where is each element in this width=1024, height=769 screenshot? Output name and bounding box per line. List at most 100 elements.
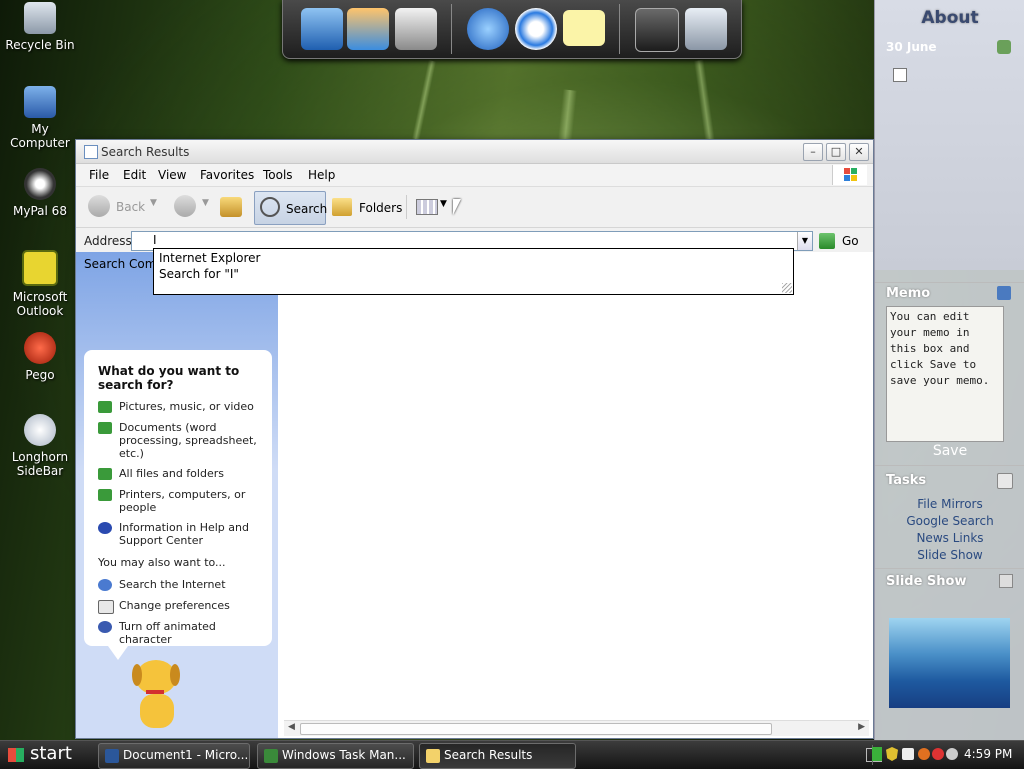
- desktop-icon-mypal[interactable]: MyPal 68: [0, 168, 80, 218]
- menu-help[interactable]: Help: [308, 168, 335, 182]
- tasks-icon[interactable]: [997, 473, 1013, 489]
- desktop-icon-label: MyPal 68: [13, 204, 67, 218]
- minimize-button[interactable]: –: [803, 143, 823, 161]
- dock-separator: [619, 4, 620, 54]
- arrow-right-icon: [98, 489, 112, 501]
- address-autocomplete-dropdown: Internet Explorer Search for "I": [153, 248, 794, 295]
- title-bar[interactable]: Search Results – □ ✕: [76, 140, 873, 164]
- desktop-icon-recycle-bin[interactable]: Recycle Bin: [0, 2, 80, 52]
- taskbar-item-search-results[interactable]: Search Results: [419, 743, 576, 769]
- menu-edit[interactable]: Edit: [123, 168, 146, 182]
- go-button[interactable]: Go: [819, 232, 867, 250]
- settings-icon[interactable]: [635, 8, 679, 52]
- option-pictures[interactable]: Pictures, music, or video: [98, 400, 268, 413]
- computer-icon: [24, 86, 56, 118]
- slideshow-image[interactable]: [889, 618, 1010, 708]
- scrollbar-thumb[interactable]: [300, 723, 772, 735]
- internet-explorer-icon[interactable]: [467, 8, 509, 50]
- alert-icon[interactable]: [932, 748, 944, 760]
- close-button[interactable]: ✕: [849, 143, 869, 161]
- search-label: Search: [286, 202, 328, 216]
- folders-button[interactable]: Folders: [330, 191, 406, 223]
- back-button[interactable]: Back ▼: [86, 195, 166, 219]
- desktop-icon-outlook[interactable]: Microsoft Outlook: [0, 250, 80, 318]
- taskbar-item-label: Document1 - Micro...: [123, 748, 249, 762]
- option-label: Printers, computers, or people: [119, 488, 246, 514]
- slideshow-section: [875, 568, 1024, 569]
- suggestion-search-for[interactable]: Search for "I": [159, 267, 239, 281]
- scroll-right-icon[interactable]: ▶: [858, 722, 865, 732]
- taskbar-clock[interactable]: 4:59 PM: [964, 747, 1012, 761]
- search-tray-icon[interactable]: [918, 748, 930, 760]
- option-help-center[interactable]: Information in Help and Support Center: [98, 521, 268, 547]
- desktop-icon-pego[interactable]: Pego: [0, 332, 80, 382]
- task-news-links[interactable]: News Links: [875, 531, 1024, 545]
- folder-icon: [332, 198, 352, 216]
- desktop-icon-my-computer[interactable]: My Computer: [0, 86, 80, 150]
- option-label: Information in Help and Support Center: [119, 521, 249, 547]
- desktop-icon-label: Pego: [25, 368, 55, 382]
- recycle-bin-icon: [24, 2, 56, 34]
- monitor-icon[interactable]: [301, 8, 343, 50]
- address-value: I: [153, 233, 157, 247]
- wallpaper-stalk: [411, 60, 437, 140]
- option-label: All files and folders: [119, 467, 224, 480]
- menu-file[interactable]: File: [89, 168, 109, 182]
- go-arrow-icon: [819, 233, 835, 249]
- help-icon: [98, 522, 112, 534]
- search-dog-character-icon[interactable]: [128, 660, 188, 732]
- task-slide-show[interactable]: Slide Show: [875, 548, 1024, 562]
- sticky-note-icon[interactable]: [563, 10, 605, 46]
- taskbar-item-label: Windows Task Man...: [282, 748, 406, 762]
- address-dropdown-button[interactable]: ▼: [797, 232, 812, 250]
- printer-icon[interactable]: [395, 8, 437, 50]
- forward-button[interactable]: ▼: [172, 195, 212, 219]
- maximize-button[interactable]: □: [826, 143, 846, 161]
- option-search-internet[interactable]: Search the Internet: [98, 578, 268, 591]
- toolbar: Back ▼ ▼ Search Folders ▼: [76, 187, 873, 228]
- window-title: Search Results: [101, 145, 190, 159]
- chevron-down-icon: ▼: [150, 198, 157, 208]
- menu-view[interactable]: View: [158, 168, 186, 182]
- start-button[interactable]: start: [0, 741, 92, 769]
- slideshow-icon[interactable]: [999, 574, 1013, 588]
- task-google-search[interactable]: Google Search: [875, 514, 1024, 528]
- option-documents[interactable]: Documents (word processing, spreadsheet,…: [98, 421, 268, 460]
- views-button[interactable]: ▼: [416, 197, 452, 217]
- suggestion-internet-explorer[interactable]: Internet Explorer: [159, 251, 260, 265]
- volume-icon[interactable]: [902, 748, 914, 760]
- desktop-icon-longhorn-sidebar[interactable]: Longhorn SideBar: [0, 414, 80, 478]
- up-folder-icon[interactable]: [220, 197, 242, 217]
- chevron-down-icon: ▼: [202, 198, 209, 208]
- search-button[interactable]: Search: [254, 191, 328, 225]
- media-player-icon[interactable]: [515, 8, 557, 50]
- shield-icon[interactable]: [886, 747, 898, 761]
- option-all-files[interactable]: All files and folders: [98, 467, 268, 480]
- calendar-icon[interactable]: [997, 40, 1011, 54]
- also-want-label: You may also want to...: [98, 556, 226, 569]
- scroll-left-icon[interactable]: ◀: [288, 722, 295, 732]
- balloon-tail: [108, 646, 128, 660]
- option-printers[interactable]: Printers, computers, or people: [98, 488, 268, 514]
- memo-textarea[interactable]: You can edit your memo in this box and c…: [886, 306, 1004, 442]
- mouse-cursor-icon: [453, 199, 461, 215]
- toolbar-separator: [406, 195, 407, 219]
- option-turn-off-character[interactable]: Turn off animated character: [98, 620, 268, 646]
- users-icon[interactable]: [347, 8, 389, 50]
- memo-icon[interactable]: [997, 286, 1011, 300]
- network-icon[interactable]: [872, 747, 882, 761]
- resize-grip-icon[interactable]: [782, 283, 792, 293]
- task-file-mirrors[interactable]: File Mirrors: [875, 497, 1024, 511]
- taskbar-item-document1[interactable]: Document1 - Micro...: [98, 743, 250, 769]
- horizontal-scrollbar[interactable]: ◀ ▶: [284, 720, 869, 736]
- taskbar-item-task-manager[interactable]: Windows Task Man...: [257, 743, 414, 769]
- back-arrow-icon: [88, 195, 110, 217]
- option-change-preferences[interactable]: Change preferences: [98, 599, 268, 614]
- longhorn-sidebar: About 30 June Memo You can edit your mem…: [874, 0, 1024, 740]
- option-label: Turn off animated character: [119, 620, 216, 646]
- menu-favorites[interactable]: Favorites: [200, 168, 254, 182]
- menu-tools[interactable]: Tools: [263, 168, 293, 182]
- memo-save-button[interactable]: Save: [875, 443, 1024, 459]
- option-label: Pictures, music, or video: [119, 400, 254, 413]
- trash-icon[interactable]: [685, 8, 727, 50]
